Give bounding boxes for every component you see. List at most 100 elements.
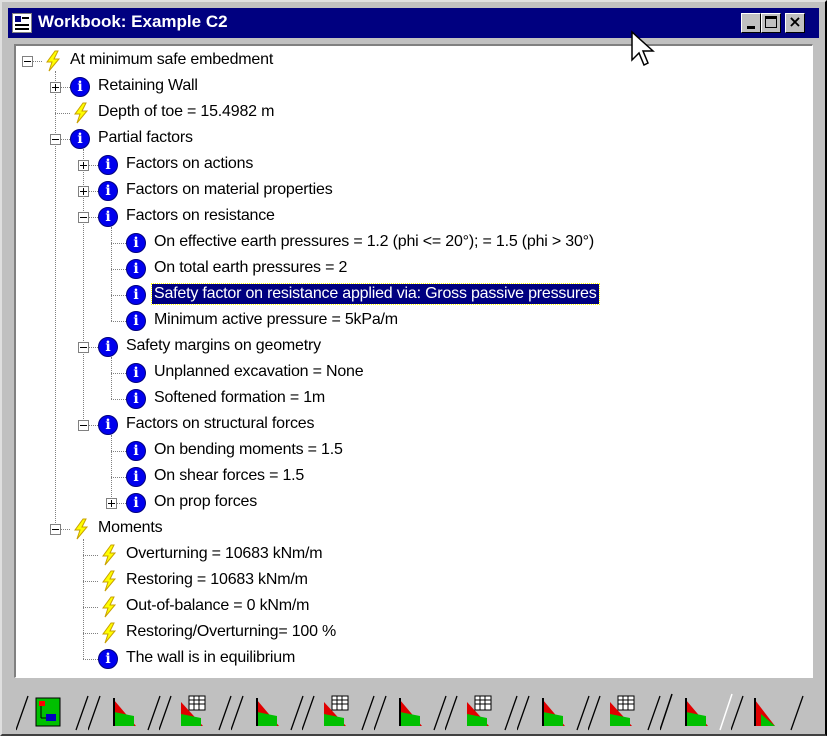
results-tree[interactable]: At minimum safe embedment i Retaining Wall… (14, 44, 813, 678)
tree-item-label[interactable]: Minimum active pressure = 5kPa/m (152, 310, 400, 330)
tree-item-label[interactable]: Factors on structural forces (124, 414, 316, 434)
wall-diagram-icon (373, 695, 447, 731)
tree-item[interactable]: Depth of toe = 15.4982 m (16, 100, 796, 126)
tree-item-label[interactable]: Moments (96, 518, 164, 538)
expand-toggle-icon[interactable] (78, 160, 89, 171)
tree-item-label[interactable]: Safety margins on geometry (124, 336, 323, 356)
view-tab[interactable] (302, 692, 375, 731)
tree-item[interactable]: i The wall is in equilibrium (16, 646, 796, 672)
wall-pressure-icon (731, 695, 804, 731)
lightning-icon (42, 50, 64, 72)
tree-item[interactable]: Out-of-balance = 0 kNm/m (16, 594, 796, 620)
tree-item[interactable]: i Factors on actions (16, 152, 796, 178)
tree-item[interactable]: i On effective earth pressures = 1.2 (phi… (16, 230, 796, 256)
lightning-icon (98, 544, 120, 566)
wall-diagram-icon (659, 693, 733, 731)
view-tab[interactable] (87, 692, 161, 731)
expand-toggle-icon[interactable] (106, 498, 117, 509)
minimize-icon (747, 26, 755, 29)
tree-item[interactable]: i On bending moments = 1.5 (16, 438, 796, 464)
tree-item[interactable]: i Retaining Wall (16, 74, 796, 100)
tree-item-label[interactable]: Restoring/Overturning= 100 % (124, 622, 338, 642)
lightning-icon (98, 622, 120, 644)
tree-item[interactable]: i On prop forces (16, 490, 796, 516)
tree-item-label[interactable]: Safety factor on resistance applied via:… (151, 283, 600, 305)
workbook-tree-icon (16, 695, 89, 731)
maximize-button[interactable] (761, 13, 781, 33)
tree-item-label[interactable]: The wall is in equilibrium (124, 648, 297, 668)
tree-item[interactable]: i Safety factor on resistance applied via… (16, 282, 796, 308)
tree-item-label[interactable]: Softened formation = 1m (152, 388, 327, 408)
view-tab[interactable] (731, 692, 804, 731)
wall-table-icon (302, 695, 375, 731)
tree-item-label[interactable]: On prop forces (152, 492, 259, 512)
collapse-toggle-icon[interactable] (78, 212, 89, 223)
expand-toggle-icon[interactable] (78, 186, 89, 197)
tree-item[interactable]: i Factors on material properties (16, 178, 796, 204)
tree-item-label[interactable]: Depth of toe = 15.4982 m (96, 102, 276, 122)
view-tab[interactable] (445, 692, 518, 731)
collapse-toggle-icon[interactable] (50, 524, 61, 535)
tree-item-label[interactable]: Retaining Wall (96, 76, 200, 96)
lightning-icon (70, 518, 92, 540)
wall-table-icon (159, 695, 232, 731)
tree-item-label[interactable]: At minimum safe embedment (68, 50, 275, 70)
info-icon: i (98, 181, 118, 201)
view-tab[interactable] (659, 692, 733, 731)
view-tab[interactable] (588, 692, 661, 731)
collapse-toggle-icon[interactable] (22, 56, 33, 67)
tree-item-label[interactable]: On bending moments = 1.5 (152, 440, 345, 460)
view-tab[interactable] (516, 692, 590, 731)
tree-item[interactable]: i Softened formation = 1m (16, 386, 796, 412)
tree-item-label[interactable]: On total earth pressures = 2 (152, 258, 349, 278)
tree-item-label[interactable]: On shear forces = 1.5 (152, 466, 306, 486)
minimize-button[interactable] (741, 13, 761, 33)
info-icon: i (126, 467, 146, 487)
info-icon: i (126, 441, 146, 461)
tree-item-label[interactable]: Factors on resistance (124, 206, 277, 226)
view-tab[interactable] (373, 692, 447, 731)
title-bar[interactable]: Workbook: Example C2 × (8, 8, 819, 38)
tree-item-label[interactable]: Factors on material properties (124, 180, 335, 200)
wall-table-icon (445, 695, 518, 731)
collapse-toggle-icon[interactable] (78, 420, 89, 431)
tree-item-label[interactable]: On effective earth pressures = 1.2 (phi … (152, 232, 596, 252)
info-icon: i (126, 311, 146, 331)
collapse-toggle-icon[interactable] (78, 342, 89, 353)
tree-item[interactable]: Moments (16, 516, 796, 542)
workbook-window-icon[interactable] (12, 13, 32, 33)
info-icon: i (126, 233, 146, 253)
view-tab[interactable] (230, 692, 304, 731)
tree-item[interactable]: i On total earth pressures = 2 (16, 256, 796, 282)
tree-item[interactable]: i Unplanned excavation = None (16, 360, 796, 386)
tree-item[interactable]: Overturning = 10683 kNm/m (16, 542, 796, 568)
info-icon: i (126, 285, 146, 305)
tree-item[interactable]: i Minimum active pressure = 5kPa/m (16, 308, 796, 334)
view-tab[interactable] (16, 692, 89, 731)
collapse-toggle-icon[interactable] (50, 134, 61, 145)
view-tab-bar (12, 688, 817, 732)
view-tab[interactable] (159, 692, 232, 731)
tree-item[interactable]: i On shear forces = 1.5 (16, 464, 796, 490)
tree-item[interactable]: i Factors on structural forces (16, 412, 796, 438)
info-icon: i (126, 493, 146, 513)
wall-diagram-icon (516, 695, 590, 731)
info-icon: i (98, 155, 118, 175)
tree-item[interactable]: i Partial factors (16, 126, 796, 152)
tree-item[interactable]: i Factors on resistance (16, 204, 796, 230)
tree-item-label[interactable]: Partial factors (96, 128, 195, 148)
tree-item-label[interactable]: Overturning = 10683 kNm/m (124, 544, 324, 564)
tree-item[interactable]: Restoring = 10683 kNm/m (16, 568, 796, 594)
info-icon: i (70, 129, 90, 149)
expand-toggle-icon[interactable] (50, 82, 61, 93)
tree-item-label[interactable]: Restoring = 10683 kNm/m (124, 570, 310, 590)
tree-item-label[interactable]: Unplanned excavation = None (152, 362, 365, 382)
info-icon: i (98, 337, 118, 357)
tree-item-label[interactable]: Out-of-balance = 0 kNm/m (124, 596, 311, 616)
tree-item[interactable]: Restoring/Overturning= 100 % (16, 620, 796, 646)
tree-item[interactable]: At minimum safe embedment (16, 48, 796, 74)
close-button[interactable]: × (785, 13, 805, 33)
tree-item[interactable]: i Safety margins on geometry (16, 334, 796, 360)
tree-item-label[interactable]: Factors on actions (124, 154, 255, 174)
info-icon: i (98, 415, 118, 435)
